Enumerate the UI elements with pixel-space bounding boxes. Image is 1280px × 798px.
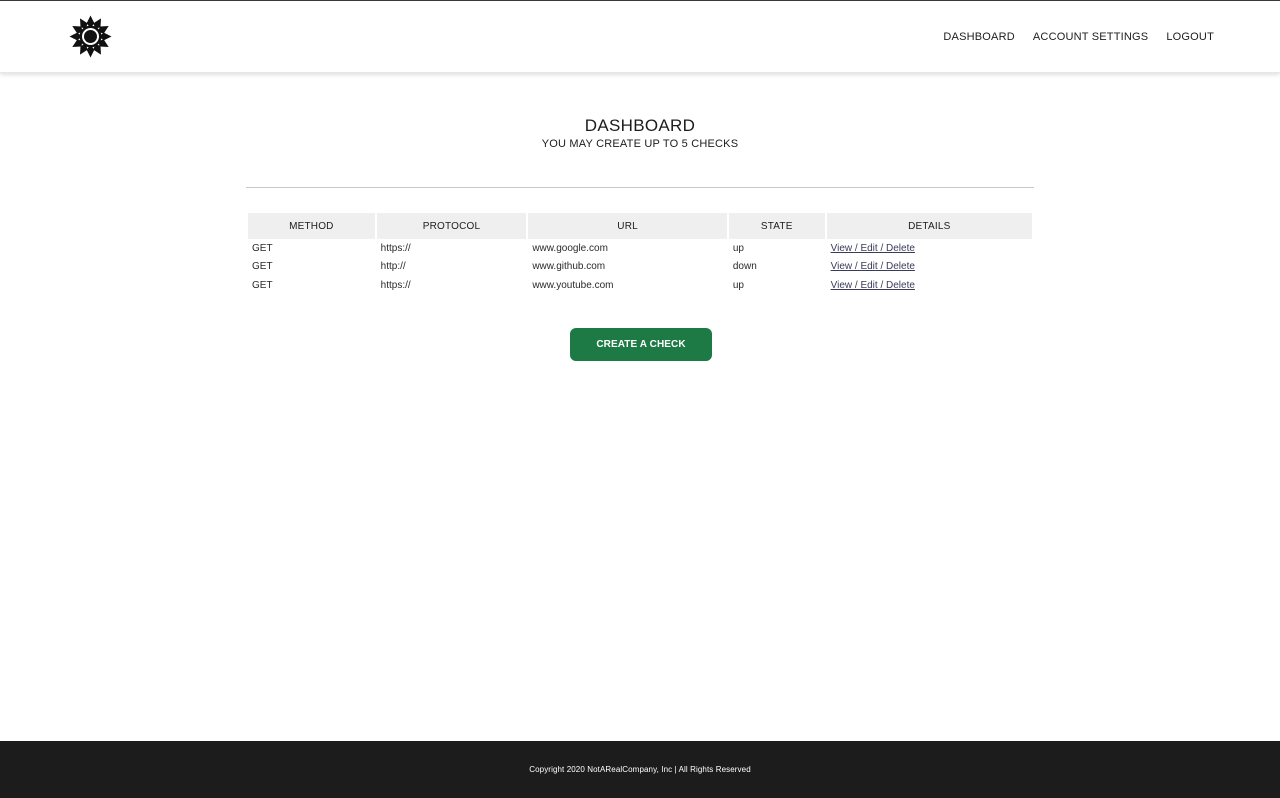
table-header-row: METHOD PROTOCOL URL STATE DETAILS	[248, 213, 1032, 239]
page-title: DASHBOARD	[584, 116, 696, 135]
main-nav: DASHBOARD ACCOUNT SETTINGS LOGOUT	[925, 31, 1214, 43]
copyright-text: Copyright 2020 NotARealCompany, Inc | Al…	[529, 765, 751, 774]
flower-logo-icon[interactable]	[69, 15, 112, 58]
details-link[interactable]: View / Edit / Delete	[831, 243, 915, 254]
details-link[interactable]: View / Edit / Delete	[831, 261, 915, 272]
site-footer: Copyright 2020 NotARealCompany, Inc | Al…	[0, 741, 1280, 798]
checks-table: METHOD PROTOCOL URL STATE DETAILS GET ht…	[246, 213, 1034, 295]
site-header: DASHBOARD ACCOUNT SETTINGS LOGOUT	[0, 1, 1280, 73]
column-header-url: URL	[528, 213, 727, 239]
table-row: GET https:// www.google.com up View / Ed…	[248, 239, 1032, 258]
page-subtitle: YOU MAY CREATE UP TO 5 CHECKS	[541, 138, 739, 150]
cell-state: down	[732, 261, 757, 273]
cell-protocol: https://	[380, 242, 411, 254]
nav-account-settings-link[interactable]: ACCOUNT SETTINGS	[1033, 31, 1148, 43]
divider	[246, 187, 1034, 188]
column-header-protocol: PROTOCOL	[376, 213, 527, 239]
table-row: GET http:// www.github.com down View / E…	[248, 258, 1032, 277]
table-row: GET https:// www.youtube.com up View / E…	[248, 276, 1032, 295]
cell-details: View / Edit / Delete	[827, 276, 1032, 295]
title-block: DASHBOARD YOU MAY CREATE UP TO 5 CHECKS	[0, 116, 1280, 150]
cell-method: GET	[252, 279, 273, 291]
nav-logout-link[interactable]: LOGOUT	[1166, 31, 1214, 43]
column-header-details: DETAILS	[826, 213, 1032, 239]
cell-method: GET	[252, 261, 273, 273]
column-header-state: STATE	[728, 213, 825, 239]
column-header-method: METHOD	[248, 213, 375, 239]
cell-protocol: https://	[380, 279, 411, 291]
cell-url: www.youtube.com	[532, 279, 614, 291]
cell-details: View / Edit / Delete	[827, 258, 1032, 277]
details-link[interactable]: View / Edit / Delete	[831, 280, 915, 291]
cell-url: www.github.com	[532, 261, 606, 273]
nav-dashboard-link[interactable]: DASHBOARD	[943, 31, 1014, 43]
cell-url: www.google.com	[532, 242, 608, 254]
cell-state: up	[732, 242, 744, 254]
cell-details: View / Edit / Delete	[827, 239, 1032, 258]
cell-protocol: http://	[380, 261, 406, 273]
cell-state: up	[732, 279, 744, 291]
cell-method: GET	[252, 242, 273, 254]
create-check-button[interactable]: CREATE A CHECK	[570, 328, 712, 361]
